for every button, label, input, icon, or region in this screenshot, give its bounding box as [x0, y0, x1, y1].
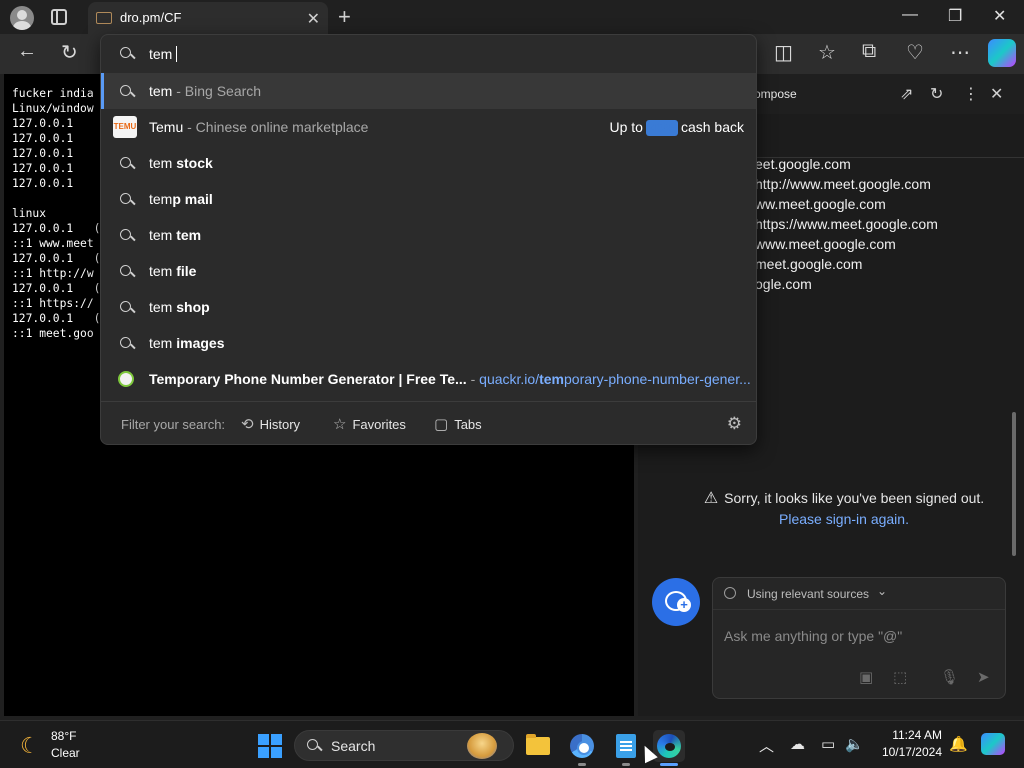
microphone-icon[interactable]: 🎙 — [940, 668, 959, 686]
search-filter-bar: Filter your search: ⟲ History ☆ Favorites … — [101, 401, 756, 445]
new-tab-button[interactable]: + — [338, 4, 351, 30]
moon-weather-icon[interactable]: ☾ — [20, 733, 40, 759]
tab-favicon-icon — [96, 12, 112, 24]
star-icon: ☆ — [333, 416, 347, 433]
signed-out-text: Sorry, it looks like you've been signed … — [724, 490, 985, 506]
suggestion-tem-tem[interactable]: tem tem — [101, 217, 756, 253]
search-highlight-icon — [467, 733, 497, 759]
notepad-running-indicator — [622, 763, 630, 766]
page-text: fucker india Linux/window 127.0.0.1 127.… — [12, 87, 101, 340]
filter-tabs[interactable]: ▢ Tabs — [434, 415, 482, 433]
volume-icon[interactable]: 🔈 — [845, 735, 864, 753]
weather-temp[interactable]: 88°F — [51, 729, 76, 743]
taskbar-search-label: Search — [331, 738, 376, 754]
sidebar-more-icon[interactable]: ⋮ — [963, 84, 979, 104]
notification-bell-icon[interactable]: 🔔 — [949, 735, 968, 753]
site-favicon-icon — [118, 371, 134, 387]
gear-icon[interactable]: ⚙ — [727, 414, 742, 434]
filter-favorites[interactable]: ☆ Favorites — [333, 415, 406, 433]
suggestion-bing-search[interactable]: tem - Bing Search — [101, 73, 756, 109]
new-chat-button[interactable] — [652, 578, 700, 626]
chrome-running-indicator — [578, 763, 586, 766]
send-icon[interactable]: ➤ — [977, 668, 990, 686]
suggestion-tem-images[interactable]: tem images — [101, 325, 756, 361]
suggestion-tem-stock[interactable]: tem stock — [101, 145, 756, 181]
minimize-icon[interactable]: — — [902, 6, 918, 24]
split-screen-icon[interactable]: ◫ — [774, 40, 793, 65]
search-icon — [120, 47, 134, 61]
windows-start-icon[interactable] — [258, 734, 282, 758]
chevron-down-icon: ⌄ — [877, 584, 888, 598]
onedrive-icon[interactable]: ☁ — [790, 735, 805, 753]
more-menu-icon[interactable]: ⋯ — [950, 40, 970, 65]
tabs-icon: ▢ — [434, 416, 449, 433]
profile-avatar-icon[interactable] — [10, 6, 34, 30]
refresh-icon[interactable]: ↻ — [61, 40, 78, 65]
sources-label: Using relevant sources — [747, 587, 870, 601]
network-icon[interactable]: ▭ — [821, 735, 835, 753]
search-icon — [307, 739, 321, 753]
suggestion-tem-file[interactable]: tem file — [101, 253, 756, 289]
address-bar[interactable]: tem — [101, 35, 756, 73]
tab-title: dro.pm/CF — [120, 10, 182, 25]
filter-label: Filter your search: — [121, 417, 226, 432]
weather-condition[interactable]: Clear — [51, 746, 80, 760]
browser-tab[interactable]: dro.pm/CF ✕ — [88, 2, 328, 34]
sidebar-refresh-icon[interactable]: ↻ — [930, 84, 943, 104]
filter-history[interactable]: ⟲ History — [241, 415, 300, 433]
back-icon[interactable]: ← — [17, 40, 37, 63]
signin-link[interactable]: Please sign-in again. — [779, 511, 909, 527]
search-icon — [120, 229, 134, 243]
taskbar: ☾ 88°F Clear Search ︿ ☁ ▭ 🔈 11:24 AM 10/… — [0, 720, 1024, 768]
tab-actions-icon[interactable] — [51, 9, 67, 25]
chat-input[interactable]: Ask me anything or type "@" — [724, 628, 902, 644]
show-hidden-icons-icon[interactable]: ︿ — [759, 735, 774, 756]
cashback-offer: Up to 40% cash back — [609, 119, 744, 136]
clock-date[interactable]: 10/17/2024 — [874, 745, 942, 759]
chat-input-box: Using relevant sources ⌄ Ask me anything… — [712, 577, 1006, 699]
clock-time[interactable]: 11:24 AM — [880, 728, 942, 742]
suggestion-temp-mail[interactable]: temp mail — [101, 181, 756, 217]
notepad-icon[interactable] — [610, 730, 642, 762]
search-icon — [120, 301, 134, 315]
restore-icon[interactable]: ❐ — [948, 6, 962, 26]
search-icon — [120, 85, 134, 99]
sources-selector[interactable]: Using relevant sources ⌄ — [713, 578, 1005, 610]
address-bar-dropdown: tem tem - Bing Search TEMU Temu - Chines… — [100, 34, 757, 445]
cashback-badge: 40% — [645, 120, 678, 136]
browser-essentials-icon[interactable]: ♡ — [906, 40, 924, 65]
close-window-icon[interactable]: ✕ — [993, 6, 1006, 26]
history-icon: ⟲ — [241, 416, 254, 433]
screenshot-icon[interactable]: ⬚ — [893, 668, 907, 686]
open-in-new-icon[interactable]: ⇗ — [900, 84, 913, 104]
image-attach-icon[interactable]: ▣ — [859, 668, 873, 686]
copilot-taskbar-icon[interactable] — [981, 733, 1005, 755]
copilot-icon[interactable] — [988, 39, 1016, 67]
favorites-star-icon[interactable]: ☆ — [818, 40, 836, 65]
address-input[interactable]: tem — [149, 46, 178, 62]
suggestion-tem-shop[interactable]: tem shop — [101, 289, 756, 325]
sidebar-close-icon[interactable]: ✕ — [990, 84, 1003, 104]
taskbar-search[interactable]: Search — [294, 730, 514, 761]
search-icon — [120, 157, 134, 171]
suggestion-temu[interactable]: TEMU Temu - Chinese online marketplace U… — [101, 109, 756, 145]
title-bar: dro.pm/CF ✕ + — ❐ ✕ — [0, 0, 1024, 34]
collections-icon[interactable]: ⧉ — [862, 40, 876, 63]
sidebar-tab-compose[interactable]: ompose — [754, 87, 797, 101]
search-icon — [120, 193, 134, 207]
sidebar-scrollbar[interactable] — [1012, 412, 1016, 556]
chrome-icon[interactable] — [566, 730, 598, 762]
tab-close-icon[interactable]: ✕ — [307, 9, 320, 29]
edge-active-indicator — [660, 763, 678, 766]
signed-out-message: ⚠ Sorry, it looks like you've been signed… — [694, 488, 994, 529]
temu-logo-icon: TEMU — [113, 116, 137, 138]
search-icon — [120, 337, 134, 351]
file-explorer-icon[interactable] — [522, 730, 554, 762]
warning-icon: ⚠ — [703, 490, 719, 507]
sources-icon — [724, 587, 736, 599]
search-icon — [120, 265, 134, 279]
suggestion-quackr-site[interactable]: Temporary Phone Number Generator | Free … — [101, 361, 756, 397]
